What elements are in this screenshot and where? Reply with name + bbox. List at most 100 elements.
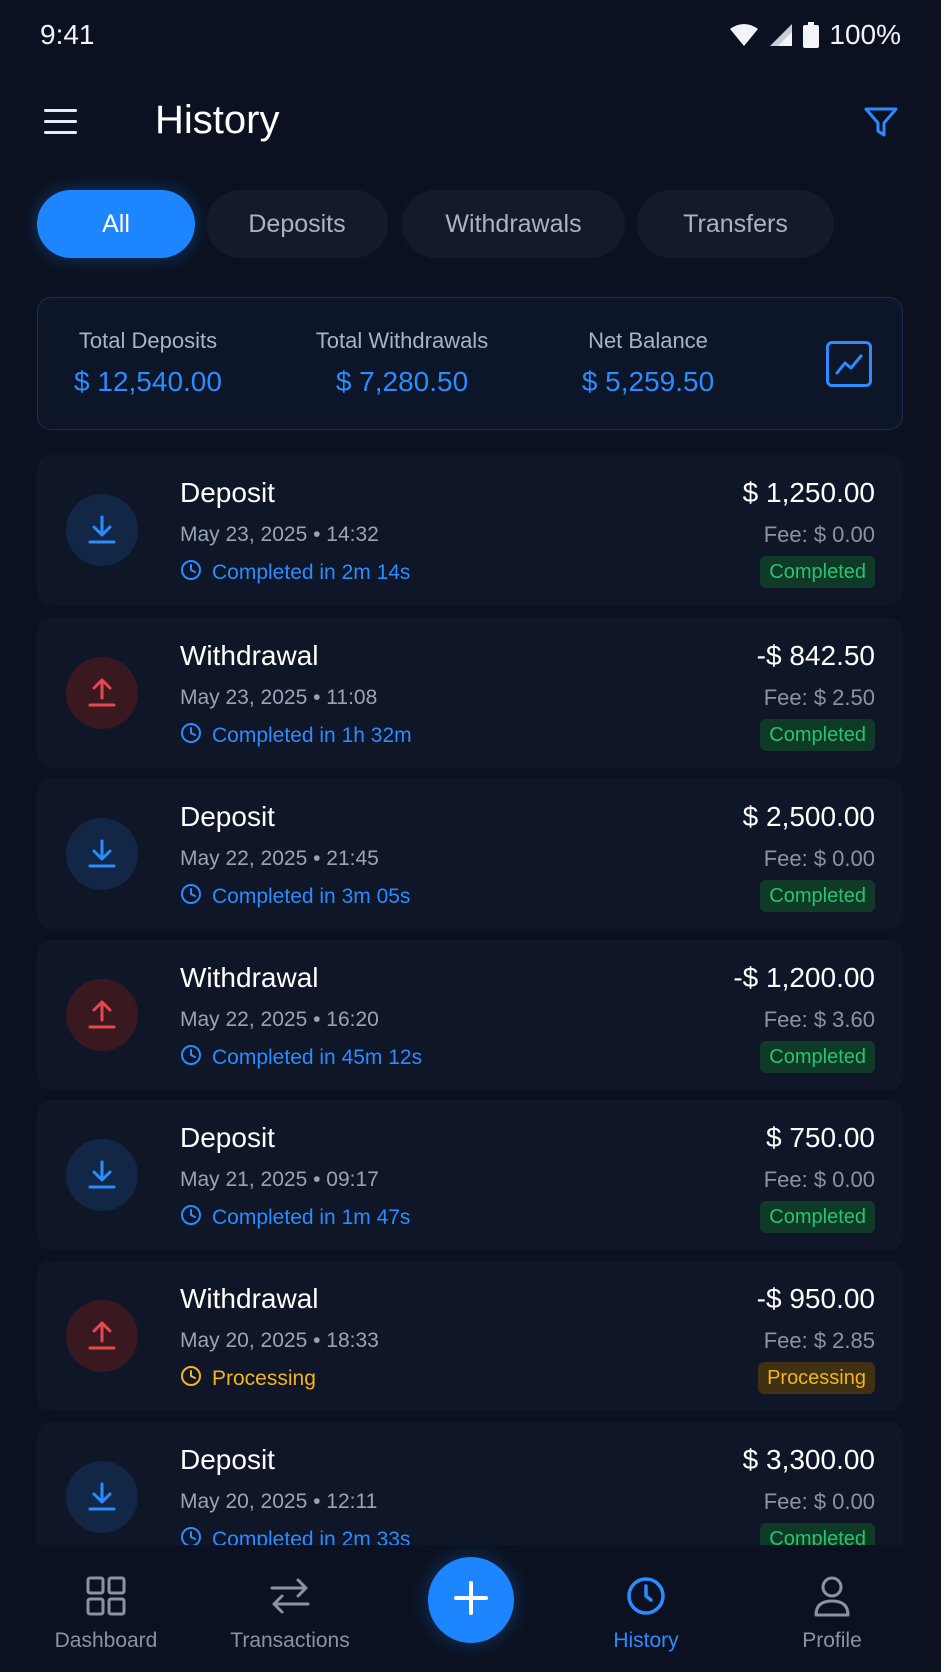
total-deposits-value: $ 12,540.00 <box>74 366 222 397</box>
bottom-nav: Dashboard Transactions History Profile <box>0 1545 941 1672</box>
total-withdrawals-value: $ 7,280.50 <box>335 366 469 397</box>
status-badge: Completed <box>760 880 875 912</box>
transaction-date: May 21, 2025 • 09:17 <box>180 1168 379 1191</box>
tab-all[interactable]: All <box>37 190 195 258</box>
tab-deposits[interactable]: Deposits <box>206 190 388 258</box>
filter-icon[interactable] <box>861 102 901 142</box>
transaction-amount: $ 1,250.00 <box>742 477 875 508</box>
transaction-status-text: Processing <box>212 1367 316 1390</box>
transaction-amount: -$ 950.00 <box>756 1283 875 1314</box>
transaction-fee: Fee: $ 2.85 <box>763 1328 875 1353</box>
transaction-amount: $ 3,300.00 <box>742 1444 875 1475</box>
tab-label: All <box>102 209 130 238</box>
transaction-row[interactable]: Deposit May 20, 2025 • 12:11 Completed i… <box>37 1422 903 1545</box>
transaction-date: May 22, 2025 • 21:45 <box>180 847 379 870</box>
transaction-status-line: Completed in 3m 05s <box>180 883 410 911</box>
nav-label: Dashboard <box>54 1629 158 1652</box>
tab-label: Withdrawals <box>445 209 582 238</box>
transaction-fee: Fee: $ 2.50 <box>763 685 875 710</box>
clock-icon <box>180 722 202 750</box>
transaction-status-line: Completed in 2m 14s <box>180 559 410 587</box>
transaction-status-text: Completed in 2m 14s <box>212 561 411 584</box>
nav-profile[interactable]: Profile <box>757 1573 907 1653</box>
nav-label: Transactions <box>230 1629 350 1652</box>
clock-icon <box>180 1204 202 1232</box>
transaction-date: May 20, 2025 • 18:33 <box>180 1329 379 1352</box>
nav-history[interactable]: History <box>571 1573 721 1653</box>
transaction-row[interactable]: Deposit May 22, 2025 • 21:45 Completed i… <box>37 779 903 929</box>
transaction-type: Deposit <box>180 1122 275 1153</box>
download-arrow-icon <box>66 1139 138 1211</box>
transaction-row[interactable]: Withdrawal May 20, 2025 • 18:33 Processi… <box>37 1261 903 1411</box>
clock-icon <box>180 1365 202 1393</box>
transaction-type: Withdrawal <box>180 640 319 671</box>
transaction-row[interactable]: Withdrawal May 22, 2025 • 16:20 Complete… <box>37 940 903 1090</box>
tab-label: Deposits <box>248 209 346 238</box>
transaction-status-text: Completed in 2m 33s <box>212 1528 411 1545</box>
transaction-date: May 20, 2025 • 12:11 <box>180 1490 378 1513</box>
user-icon <box>757 1573 907 1619</box>
upload-arrow-icon <box>66 979 138 1051</box>
upload-arrow-icon <box>66 657 138 729</box>
menu-icon[interactable] <box>40 102 80 140</box>
status-badge: Processing <box>758 1362 875 1394</box>
nav-label: Profile <box>802 1629 862 1652</box>
transaction-amount: -$ 842.50 <box>756 640 875 671</box>
transaction-fee: Fee: $ 3.60 <box>763 1007 875 1032</box>
transaction-status-text: Completed in 45m 12s <box>212 1046 423 1069</box>
wifi-icon <box>729 23 759 47</box>
transaction-amount: $ 750.00 <box>766 1122 875 1153</box>
transaction-row[interactable]: Deposit May 21, 2025 • 09:17 Completed i… <box>37 1100 903 1250</box>
battery-icon <box>803 22 820 48</box>
tab-transfers[interactable]: Transfers <box>637 190 834 258</box>
total-withdrawals: Total Withdrawals $ 7,280.50 <box>302 328 502 398</box>
add-button[interactable] <box>428 1557 514 1643</box>
status-badge: Completed <box>760 1523 875 1545</box>
transaction-status-text: Completed in 1m 47s <box>212 1206 411 1229</box>
chart-icon[interactable] <box>826 341 872 387</box>
status-bar: 9:41 100% <box>0 0 941 70</box>
transaction-amount: -$ 1,200.00 <box>733 962 875 993</box>
tab-withdrawals[interactable]: Withdrawals <box>402 190 625 258</box>
upload-arrow-icon <box>66 1300 138 1372</box>
status-indicators: 100% <box>729 19 901 51</box>
status-badge: Completed <box>760 1041 875 1073</box>
transaction-status-line: Completed in 2m 33s <box>180 1526 410 1545</box>
transaction-status-line: Completed in 1h 32m <box>180 722 412 750</box>
clock-icon <box>180 1044 202 1072</box>
summary-card: Total Deposits $ 12,540.00 Total Withdra… <box>37 297 903 430</box>
total-deposits: Total Deposits $ 12,540.00 <box>68 328 228 398</box>
download-arrow-icon <box>66 494 138 566</box>
grid-icon <box>31 1573 181 1619</box>
transaction-amount: $ 2,500.00 <box>742 801 875 832</box>
nav-dashboard[interactable]: Dashboard <box>31 1573 181 1653</box>
net-balance-value: $ 5,259.50 <box>581 366 715 397</box>
clock-icon <box>180 883 202 911</box>
status-badge: Completed <box>760 556 875 588</box>
nav-transactions[interactable]: Transactions <box>215 1573 365 1653</box>
status-time: 9:41 <box>40 19 95 50</box>
transaction-fee: Fee: $ 0.00 <box>763 1489 875 1514</box>
transaction-status-line: Completed in 45m 12s <box>180 1044 422 1072</box>
transaction-date: May 23, 2025 • 11:08 <box>180 686 378 709</box>
download-arrow-icon <box>66 818 138 890</box>
transaction-list: Deposit May 23, 2025 • 14:32 Completed i… <box>0 455 941 1545</box>
transaction-status-line: Completed in 1m 47s <box>180 1204 410 1232</box>
tab-label: Transfers <box>683 209 788 238</box>
battery-level: 100% <box>829 19 901 50</box>
swap-arrows-icon <box>215 1573 365 1619</box>
transaction-type: Withdrawal <box>180 962 319 993</box>
page-title: History <box>155 98 280 142</box>
transaction-row[interactable]: Withdrawal May 23, 2025 • 11:08 Complete… <box>37 618 903 768</box>
download-arrow-icon <box>66 1461 138 1533</box>
transaction-fee: Fee: $ 0.00 <box>763 1167 875 1192</box>
transaction-type: Deposit <box>180 801 275 832</box>
transaction-status-text: Completed in 3m 05s <box>212 885 411 908</box>
transaction-type: Withdrawal <box>180 1283 319 1314</box>
transaction-date: May 23, 2025 • 14:32 <box>180 523 379 546</box>
plus-icon <box>453 1580 489 1621</box>
signal-icon <box>769 23 793 47</box>
transaction-fee: Fee: $ 0.00 <box>763 522 875 547</box>
net-balance-label: Net Balance <box>588 328 708 353</box>
transaction-row[interactable]: Deposit May 23, 2025 • 14:32 Completed i… <box>37 455 903 605</box>
